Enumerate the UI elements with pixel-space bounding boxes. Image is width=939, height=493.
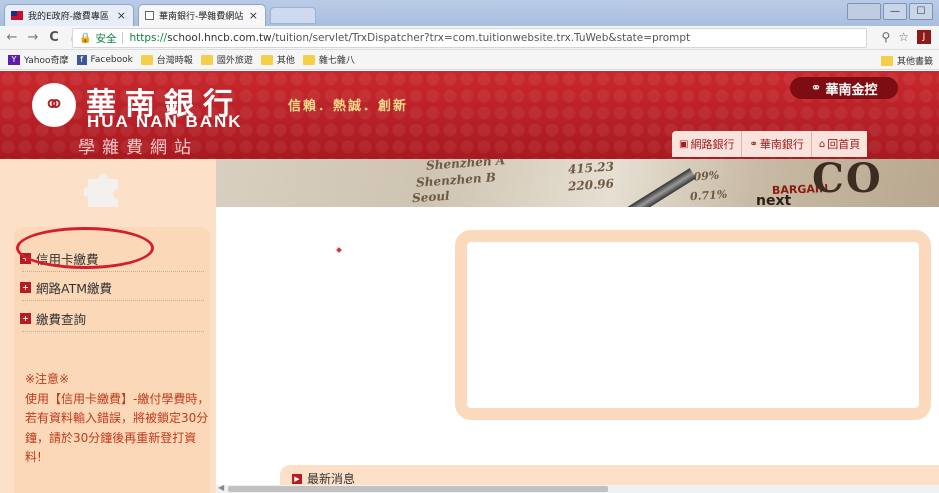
facebook-icon: f	[76, 54, 87, 65]
site-subtitle: 學雜費網站	[78, 138, 198, 158]
divider	[22, 331, 204, 332]
link-label: 回首頁	[827, 138, 861, 151]
toolbar-actions: ⚲ ☆ J	[881, 30, 931, 44]
zoom-icon[interactable]: ⚲	[881, 30, 890, 44]
browser-tab-hncb[interactable]: 華南銀行-學雜費網站 ×	[138, 4, 266, 26]
lock-icon: 🔒	[79, 32, 92, 44]
bookmark-label: Facebook	[90, 54, 133, 65]
slogan: 信賴．熱誠．創新	[288, 99, 409, 114]
tab-close-icon[interactable]: ×	[117, 9, 126, 22]
user-profile-button[interactable]	[847, 3, 881, 20]
banner-text: 415.23	[567, 159, 615, 177]
puzzle-icon	[84, 174, 118, 207]
notice: ※注意※ 使用【信用卡繳費】-繳付學費時，若有資料輸入錯誤，將被鎖定30分鐘，請…	[25, 370, 211, 468]
banner-text: 220.96	[567, 176, 615, 194]
group-logo[interactable]: ⚭ 華南金控	[790, 77, 898, 99]
horizontal-scrollbar[interactable]: ◀	[216, 483, 939, 493]
bookmarks-bar: Y Yahoo奇摩 f Facebook 台灣時報 國外旅遊 其他 雜七雜八 其…	[0, 50, 939, 70]
bookmark-folder-other[interactable]: 其他	[260, 53, 295, 66]
news-section	[280, 465, 939, 487]
back-button[interactable]: ←	[3, 30, 21, 45]
plus-icon: +	[20, 282, 31, 293]
hero-banner: Shenzhen A 415.23 Shenzhen B 220.96 Seou…	[216, 159, 939, 207]
page-viewport: ⚭ 華南銀行 HUA NAN BANK 學雜費網站 信賴．熱誠．創新 ⚭ 華南金…	[0, 71, 939, 493]
browser-toolbar: ← → C ⌂ 🔒 安全 https:// school.hncb.com.tw…	[0, 26, 939, 50]
forward-button[interactable]: →	[24, 30, 42, 45]
link-hncb[interactable]: ⚭ 華南銀行	[742, 131, 812, 157]
link-home[interactable]: ⌂ 回首頁	[812, 131, 867, 157]
bookmark-folder-news[interactable]: 台灣時報	[140, 53, 193, 66]
link-label: 華南銀行	[759, 138, 804, 151]
banner-text: Shenzhen B	[415, 170, 497, 190]
folder-icon	[302, 54, 315, 65]
minimize-button[interactable]: —	[883, 3, 907, 20]
window-controls: — ☐	[847, 3, 933, 20]
menu-item-label: 網路ATM繳費	[36, 281, 113, 296]
browser-tab-egov[interactable]: 我的E政府-繳費專區 ×	[4, 4, 134, 26]
scroll-left-icon[interactable]: ◀	[218, 483, 224, 492]
tab-close-icon[interactable]: ×	[249, 9, 258, 22]
extension-icon[interactable]: J	[917, 30, 931, 44]
page-icon	[145, 11, 154, 20]
divider	[22, 271, 204, 272]
folder-icon	[140, 54, 153, 65]
divider	[22, 300, 204, 301]
bookmark-folder-travel[interactable]: 國外旅遊	[200, 53, 253, 66]
play-icon: ▶	[292, 473, 302, 484]
folder-icon	[200, 54, 213, 65]
taiwan-flag-icon	[11, 11, 23, 20]
url-path: /tuition/servlet/TrxDispatcher?trx=com.t…	[271, 32, 691, 44]
folder-icon	[260, 54, 273, 65]
bookmark-label: 國外旅遊	[216, 56, 253, 66]
maximize-button[interactable]: ☐	[909, 3, 933, 20]
yahoo-icon: Y	[8, 54, 20, 65]
folder-icon	[880, 55, 893, 66]
bookmark-yahoo[interactable]: Y Yahoo奇摩	[8, 53, 69, 66]
brand-name-english: HUA NAN BANK	[87, 112, 243, 131]
menu-item-atm[interactable]: + 網路ATM繳費	[20, 278, 112, 297]
site-header: ⚭ 華南銀行 HUA NAN BANK 學雜費網站 信賴．熱誠．創新 ⚭ 華南金…	[0, 71, 939, 159]
decorative-dot	[336, 247, 342, 253]
hncb-logo-icon[interactable]: ⚭	[32, 83, 76, 127]
star-icon[interactable]: ☆	[898, 30, 909, 44]
scrollbar-thumb[interactable]	[228, 486, 608, 492]
url-scheme: https://	[129, 32, 168, 44]
banner-text: next	[756, 193, 792, 207]
hncb-logo-icon: ⚭	[810, 80, 822, 96]
group-logo-label: 華南金控	[825, 82, 878, 98]
url-host: school.hncb.com.tw	[167, 32, 272, 44]
tab-label: 我的E政府-繳費專區	[28, 12, 109, 22]
content-frame	[455, 230, 931, 420]
highlight-circle	[16, 227, 154, 269]
menu-item-query[interactable]: + 繳費查詢	[20, 309, 86, 328]
browser-tab-strip: 我的E政府-繳費專區 × 華南銀行-學雜費網站 × — ☐	[0, 0, 939, 26]
bookmark-folder-misc[interactable]: 雜七雜八	[302, 53, 355, 66]
menu-item-label: 繳費查詢	[36, 312, 87, 327]
bookmark-label: 其他書籤	[896, 57, 933, 67]
bookmark-label: 其他	[276, 56, 295, 66]
bookmark-label: Yahoo奇摩	[24, 56, 69, 66]
link-label: 網路銀行	[690, 138, 735, 151]
plus-icon: +	[20, 313, 31, 324]
new-tab-button[interactable]	[270, 7, 316, 24]
bookmark-label: 台灣時報	[156, 56, 193, 66]
bookmark-facebook[interactable]: f Facebook	[76, 54, 133, 65]
bookmark-label: 雜七雜八	[318, 56, 355, 66]
monitor-icon: ▣	[679, 138, 689, 150]
secure-label: 安全	[95, 32, 117, 45]
notice-title: ※注意※	[25, 372, 70, 386]
banner-text: CO	[812, 159, 883, 202]
tab-label: 華南銀行-學雜費網站	[159, 12, 244, 22]
address-bar[interactable]: 🔒 安全 https:// school.hncb.com.tw /tuitio…	[72, 28, 867, 48]
banner-text: 0.71%	[689, 187, 728, 204]
reload-button[interactable]: C	[45, 30, 63, 45]
divider	[122, 32, 124, 44]
top-links: ▣ 網路銀行 ⚭ 華南銀行 ⌂ 回首頁	[672, 131, 868, 157]
other-bookmarks[interactable]: 其他書籤	[880, 54, 933, 67]
link-online-banking[interactable]: ▣ 網路銀行	[672, 131, 743, 157]
banner-text: Seoul	[411, 188, 451, 206]
hncb-logo-icon: ⚭	[749, 138, 758, 150]
notice-body: 使用【信用卡繳費】-繳付學費時，若有資料輸入錯誤，將被鎖定30分鐘，請於30分鐘…	[25, 391, 210, 465]
home-icon: ⌂	[818, 138, 826, 150]
